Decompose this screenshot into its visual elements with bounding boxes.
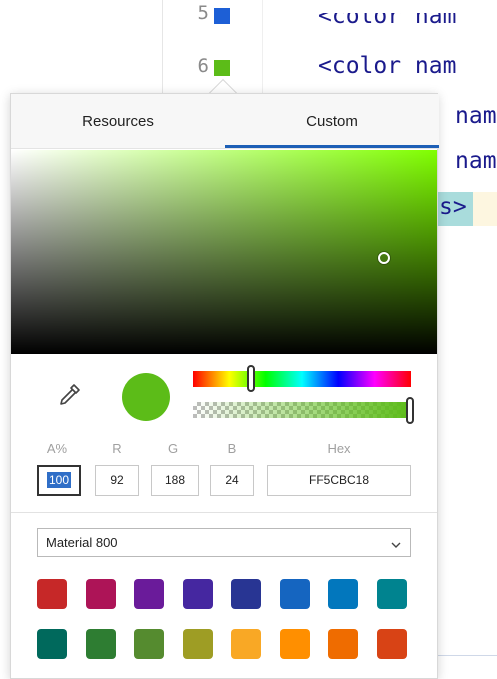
palette-select-value: Material 800 — [46, 535, 118, 550]
alpha-slider-thumb[interactable] — [406, 397, 414, 424]
active-tab-indicator — [225, 145, 439, 148]
gutter-color-swatch-5[interactable] — [214, 8, 230, 24]
palette-color-swatch[interactable] — [376, 579, 407, 609]
eyedropper-icon[interactable] — [55, 381, 83, 409]
red-input[interactable]: 92 — [95, 465, 139, 496]
color-preview-swatch — [122, 373, 170, 421]
palette-color-swatch[interactable] — [134, 579, 164, 609]
palette-color-swatch[interactable] — [37, 629, 67, 659]
palette-color-swatch[interactable] — [279, 579, 310, 609]
chevron-down-icon[interactable] — [391, 537, 401, 548]
palette-color-swatch[interactable] — [134, 629, 164, 659]
palette-color-swatch[interactable] — [231, 579, 261, 609]
hex-label: Hex — [327, 441, 351, 456]
blue-label: B — [227, 441, 237, 456]
alpha-input-value: 100 — [46, 472, 72, 488]
code-line-2: <color nam — [318, 53, 457, 79]
editor-bottom-rule — [438, 655, 497, 656]
gutter-color-swatch-6[interactable] — [214, 60, 230, 76]
line-number-6: 6 — [197, 55, 209, 77]
palette-color-swatch[interactable] — [182, 579, 213, 609]
palette-color-swatch[interactable] — [376, 629, 407, 659]
alpha-label: A% — [46, 441, 68, 456]
color-picker-handle[interactable] — [378, 252, 390, 264]
hue-slider[interactable] — [193, 371, 411, 387]
hex-input[interactable]: FF5CBC18 — [267, 465, 411, 496]
palette-color-swatch[interactable] — [85, 579, 116, 609]
code-line-1: <color nam — [318, 3, 457, 29]
alpha-slider[interactable] — [193, 402, 411, 418]
palette-color-swatch[interactable] — [85, 629, 116, 659]
saturation-value-area[interactable] — [11, 150, 437, 354]
line-number-5: 5 — [197, 2, 209, 24]
palette-color-swatch[interactable] — [279, 629, 310, 659]
green-input[interactable]: 188 — [151, 465, 199, 496]
palette-color-swatch[interactable] — [182, 629, 213, 659]
tab-custom[interactable]: Custom — [225, 94, 439, 149]
hue-slider-thumb[interactable] — [247, 365, 255, 392]
code-line-5: s> — [439, 194, 467, 220]
code-line-4: nam — [455, 148, 497, 174]
tab-resources[interactable]: Resources — [11, 94, 225, 149]
blue-input[interactable]: 24 — [210, 465, 254, 496]
palette-color-swatch[interactable] — [231, 629, 261, 659]
palette-color-swatch[interactable] — [37, 579, 67, 609]
current-line-highlight — [473, 192, 497, 226]
code-line-3: nam — [455, 103, 497, 129]
green-label: G — [167, 441, 179, 456]
red-label: R — [112, 441, 122, 456]
section-divider — [11, 512, 437, 513]
alpha-input[interactable]: 100 — [37, 465, 81, 496]
palette-select[interactable]: Material 800 — [37, 528, 411, 557]
tab-bar: Resources Custom — [11, 94, 439, 149]
palette-color-swatch[interactable] — [328, 579, 358, 609]
palette-color-swatch[interactable] — [328, 629, 358, 659]
color-picker-popup: Resources Custom A% R G B Hex 100 92 188… — [10, 93, 439, 679]
